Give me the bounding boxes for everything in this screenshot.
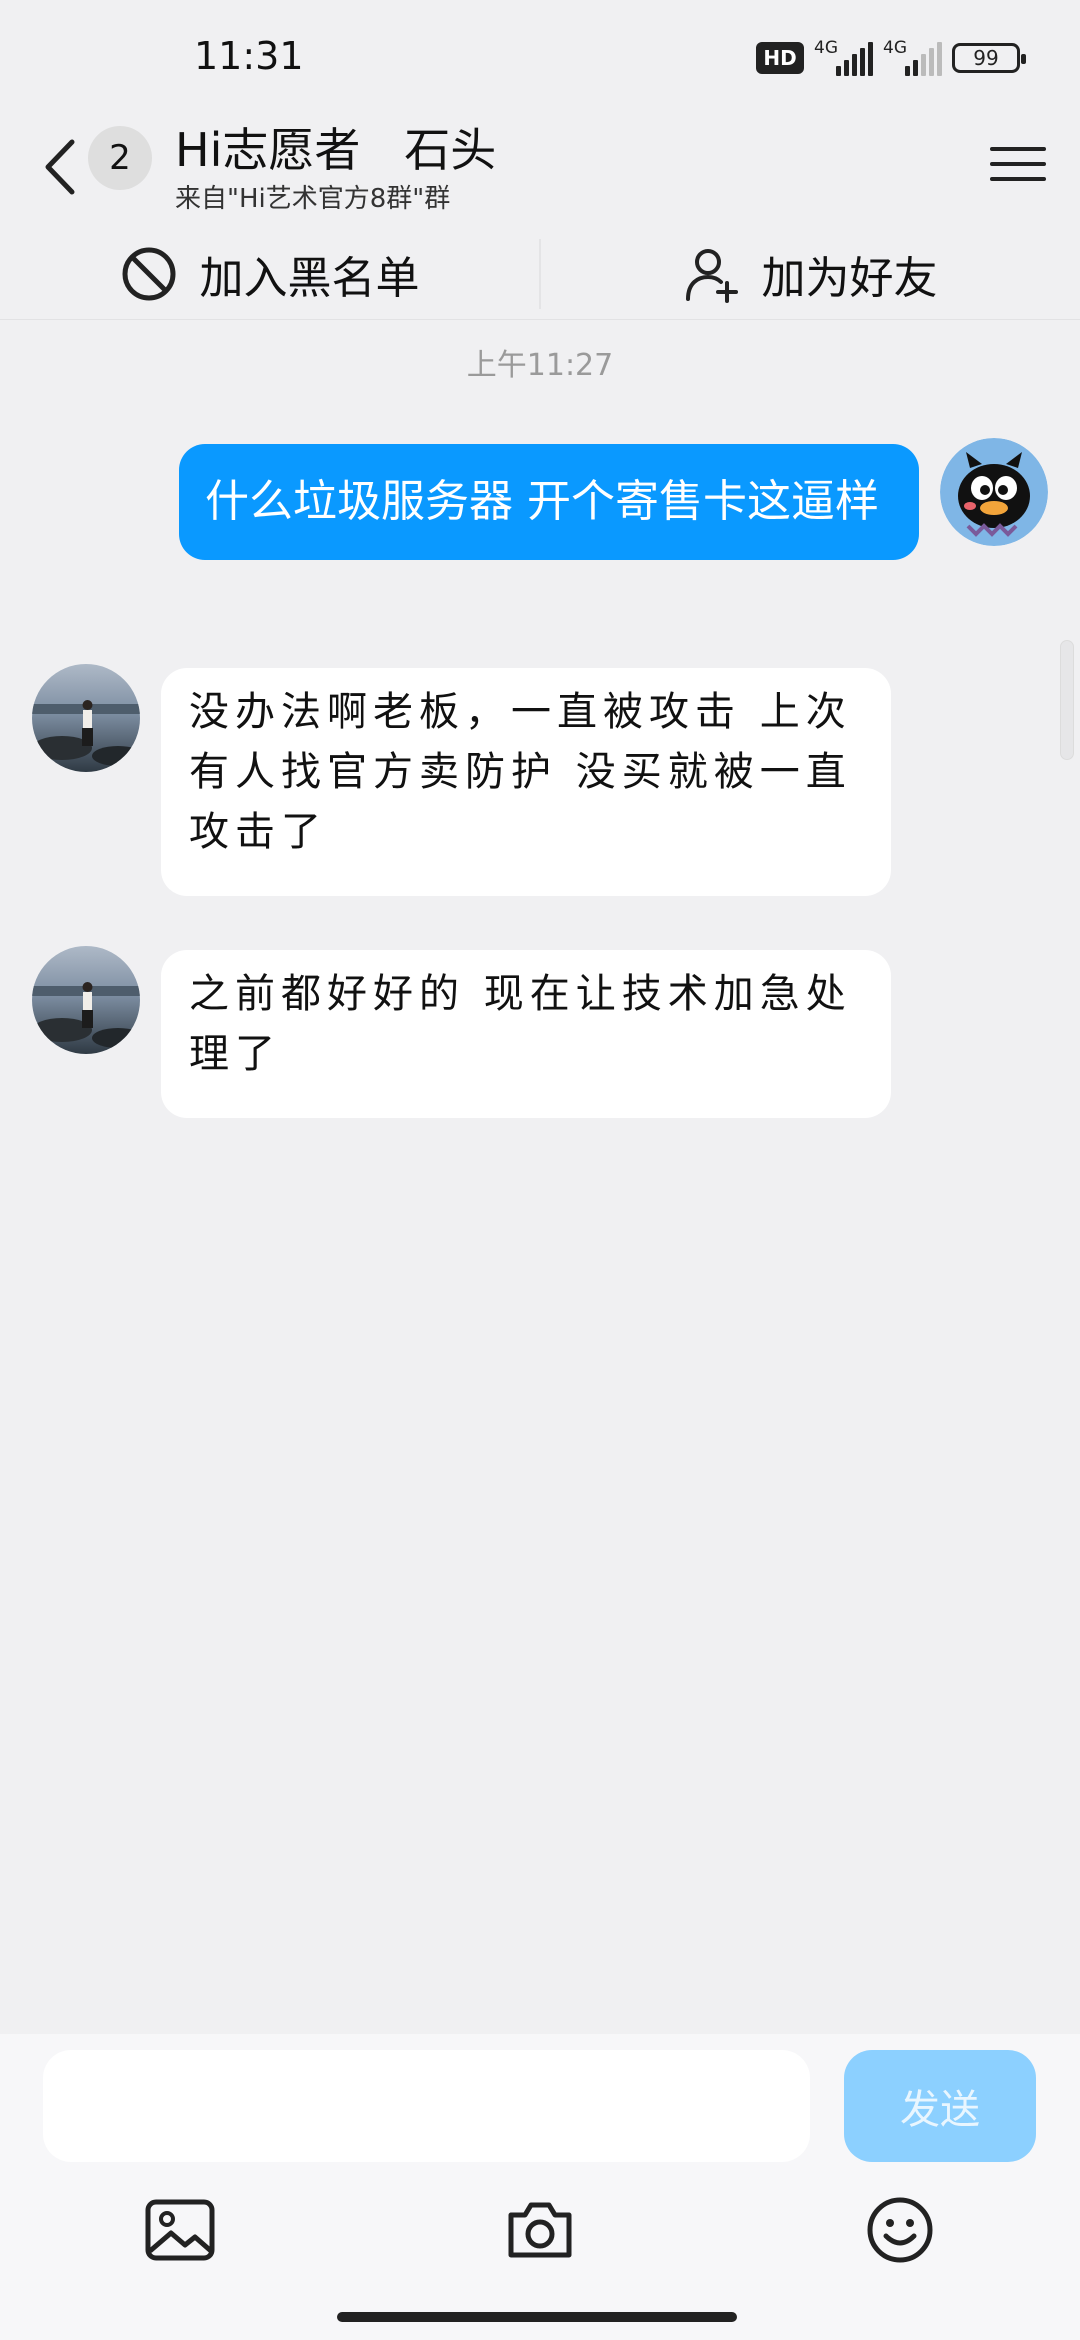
cartoon-penguin-avatar-icon: [940, 438, 1048, 546]
scrollbar[interactable]: [1060, 640, 1074, 760]
input-area: 发送: [0, 2034, 1080, 2340]
camera-button[interactable]: [500, 2190, 580, 2270]
emoji-icon: [867, 2197, 933, 2263]
network-type-label: 4G: [814, 38, 838, 58]
signal-icon-1: 4G: [814, 38, 873, 76]
contact-avatar[interactable]: [32, 664, 140, 772]
send-button[interactable]: 发送: [844, 2050, 1036, 2162]
chat-subtitle: 来自"Hi艺术官方8群"群: [175, 184, 451, 214]
blacklist-button[interactable]: 加入黑名单: [0, 228, 539, 319]
menu-button[interactable]: [990, 136, 1046, 192]
chat-screen: 11:31 HD 4G 4G 99 2 Hi志愿者 石头 来自"Hi艺术官方8群…: [0, 0, 1080, 2340]
add-friend-button[interactable]: 加为好友: [541, 228, 1080, 319]
battery-icon: 99: [952, 43, 1026, 73]
contact-avatar[interactable]: [32, 946, 140, 1054]
status-bar: 11:31 HD 4G 4G 99: [0, 0, 1080, 120]
add-user-icon: [685, 248, 738, 303]
outgoing-message-bubble[interactable]: 什么垃圾服务器 开个寄售卡这逼样: [179, 444, 919, 560]
back-button[interactable]: [34, 132, 84, 202]
status-time: 11:31: [194, 34, 304, 78]
unread-count-badge[interactable]: 2: [88, 126, 152, 190]
message-timestamp: 上午11:27: [466, 348, 614, 383]
home-indicator[interactable]: [337, 2312, 737, 2322]
photo-avatar-icon: [32, 946, 140, 1054]
hd-voice-icon: HD: [756, 42, 804, 74]
own-avatar[interactable]: [940, 438, 1048, 546]
chevron-left-icon: [45, 139, 75, 195]
signal-icon-2: 4G: [883, 38, 942, 76]
emoji-button[interactable]: [860, 2190, 940, 2270]
network-type-label: 4G: [883, 38, 907, 58]
incoming-message-bubble[interactable]: 之前都好好的 现在让技术加急处理了: [161, 950, 891, 1118]
blacklist-label: 加入黑名单: [199, 252, 420, 304]
status-icons: HD 4G 4G 99: [756, 38, 1026, 78]
chat-title: Hi志愿者 石头: [175, 123, 497, 177]
incoming-message-bubble[interactable]: 没办法啊老板，一直被攻击 上次有人找官方卖防护 没买就被一直攻击了: [161, 668, 891, 896]
hamburger-menu-icon: [990, 147, 1046, 151]
photo-avatar-icon: [32, 664, 140, 772]
image-icon: [145, 2199, 215, 2261]
add-friend-label: 加为好友: [761, 252, 938, 304]
camera-icon: [508, 2202, 572, 2258]
image-button[interactable]: [140, 2190, 220, 2270]
message-input[interactable]: [43, 2050, 810, 2162]
block-icon: [122, 247, 175, 300]
action-bar: 加入黑名单 加为好友: [0, 228, 1080, 320]
chat-header: 2 Hi志愿者 石头 来自"Hi艺术官方8群"群: [0, 112, 1080, 214]
